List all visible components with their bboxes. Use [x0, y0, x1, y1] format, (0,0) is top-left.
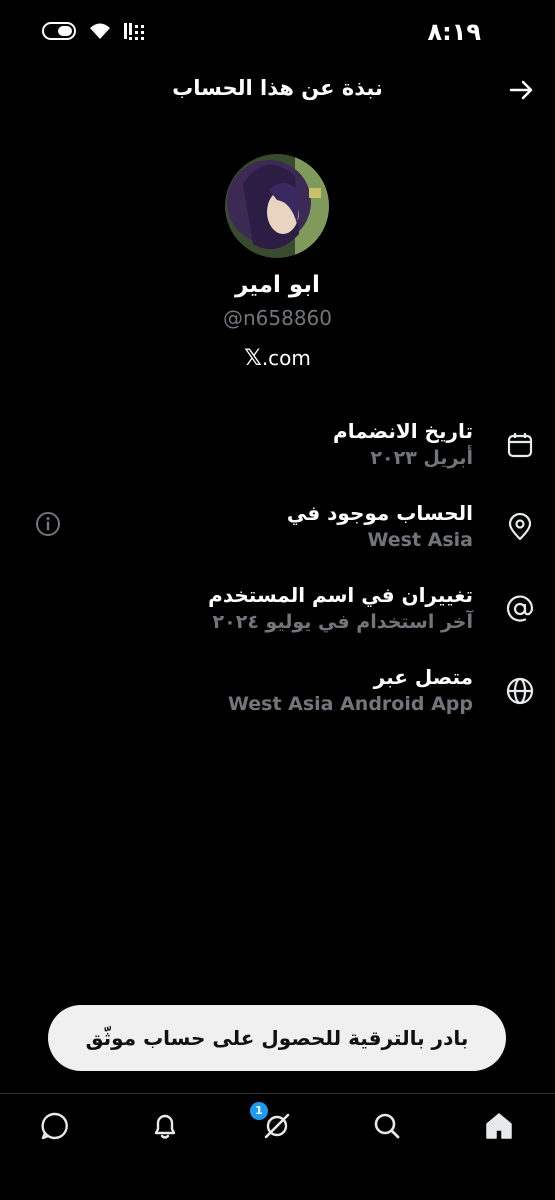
- home-icon[interactable]: [481, 1108, 517, 1144]
- at-sign-icon: [506, 595, 534, 622]
- page-title: نبذة عن هذا الحساب: [172, 76, 383, 100]
- info-row-location: الحساب موجود في West Asia: [30, 500, 535, 570]
- back-arrow-icon[interactable]: [507, 76, 535, 104]
- battery-icon: [42, 22, 76, 40]
- status-bar: ٨:١٩: [0, 0, 555, 64]
- location-pin-icon: [508, 512, 532, 541]
- calendar-icon: [507, 433, 533, 458]
- info-row-value: West Asia Android App: [227, 693, 473, 715]
- globe-icon: [506, 677, 534, 705]
- notifications-bell-icon[interactable]: [147, 1108, 183, 1144]
- x-logo-text: 𝕏: [244, 346, 262, 371]
- messages-icon[interactable]: [37, 1108, 73, 1144]
- info-row-title: الحساب موجود في: [286, 501, 473, 525]
- info-row-title: تغييران في اسم المستخدم: [208, 583, 473, 607]
- wifi-icon: [90, 23, 110, 39]
- bottom-nav: 1: [0, 1094, 555, 1164]
- notification-badge: 1: [250, 1102, 268, 1120]
- info-row-value: West Asia: [367, 529, 473, 551]
- status-time: ٨:١٩: [427, 18, 481, 46]
- info-row-title: تاريخ الانضمام: [333, 419, 473, 443]
- search-icon[interactable]: [369, 1108, 405, 1144]
- info-row-join-date: تاريخ الانضمام أبريل ٢٠٢٣: [30, 418, 535, 488]
- info-circle-icon[interactable]: [34, 510, 62, 538]
- status-icons: [42, 21, 148, 41]
- display-name: ابو امير: [235, 272, 320, 298]
- avatar: [225, 154, 329, 258]
- top-bar: نبذة عن هذا الحساب: [0, 62, 555, 118]
- signal-icon: [124, 23, 144, 40]
- upgrade-verified-button[interactable]: بادر بالترقية للحصول على حساب موثّق: [48, 1005, 506, 1071]
- info-row-username-changes: تغييران في اسم المستخدم آخر استخدام في ي…: [30, 582, 535, 652]
- info-row-connected-via: متصل عبر West Asia Android App: [30, 664, 535, 734]
- site-link[interactable]: 𝕏.com: [0, 346, 555, 371]
- info-row-title: متصل عبر: [373, 665, 473, 689]
- info-row-value: أبريل ٢٠٢٣: [370, 447, 473, 469]
- info-row-value: آخر استخدام في يوليو ٢٠٢٤: [212, 611, 473, 633]
- username-handle: @n658860: [222, 306, 333, 330]
- site-domain: .com: [261, 346, 311, 370]
